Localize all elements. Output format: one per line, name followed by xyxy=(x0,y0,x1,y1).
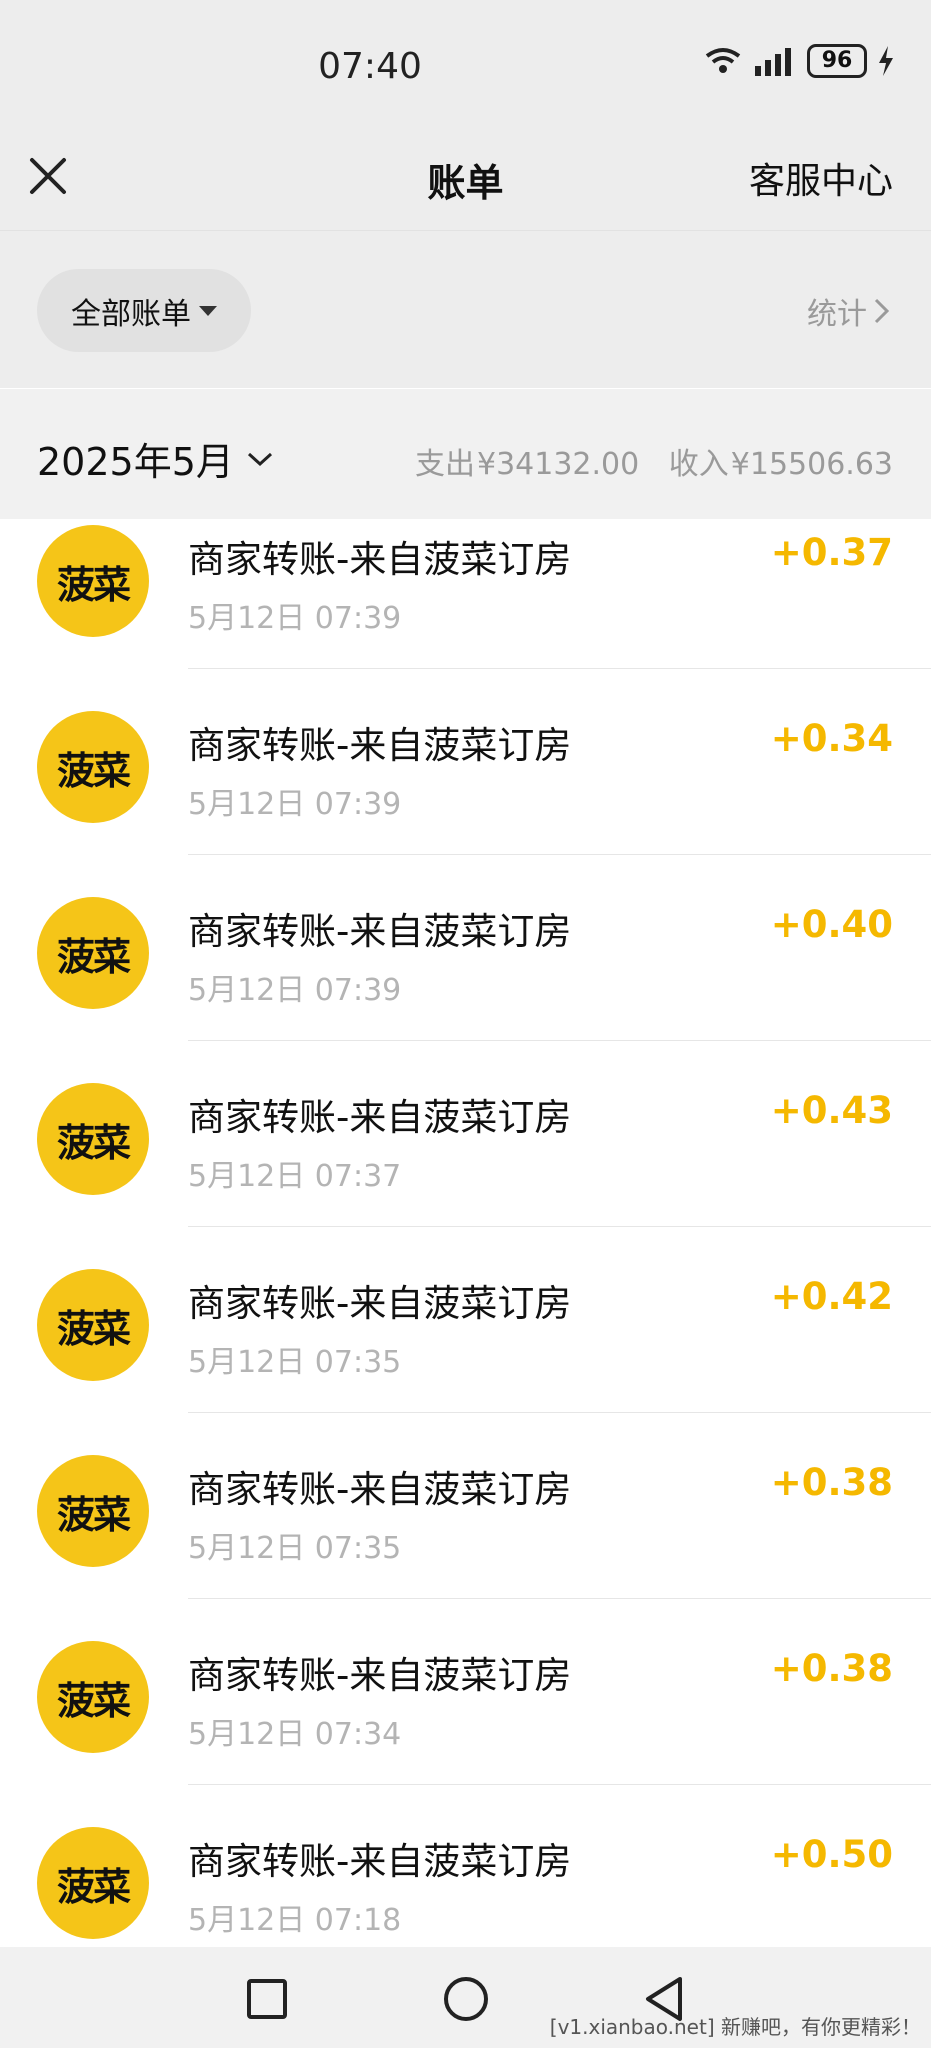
transaction-time: 5月12日 07:35 xyxy=(188,1345,402,1380)
transaction-time: 5月12日 07:39 xyxy=(188,601,402,636)
month-selector[interactable]: 2025年5月 xyxy=(37,431,274,486)
bill-filter-label: 全部账单 xyxy=(71,296,191,332)
square-nav-icon[interactable] xyxy=(243,1975,291,2023)
merchant-avatar: 菠菜 xyxy=(37,897,149,1009)
merchant-avatar: 菠菜 xyxy=(37,1083,149,1195)
transaction-time: 5月12日 07:34 xyxy=(188,1717,402,1752)
chevron-down-icon xyxy=(247,452,272,466)
merchant-avatar: 菠菜 xyxy=(37,711,149,823)
merchant-avatar: 菠菜 xyxy=(37,1827,149,1939)
transaction-title: 商家转账-来自菠菜订房 xyxy=(188,1654,572,1697)
month-summary: 支出¥34132.00 收入¥15506.63 xyxy=(415,439,893,483)
transaction-amount: +0.37 xyxy=(770,531,893,574)
status-time: 07:40 xyxy=(318,46,422,87)
transaction-title: 商家转账-来自菠菜订房 xyxy=(188,1096,572,1139)
transaction-title: 商家转账-来自菠菜订房 xyxy=(188,1282,572,1325)
transaction-title: 商家转账-来自菠菜订房 xyxy=(188,910,572,953)
merchant-avatar: 菠菜 xyxy=(37,525,149,637)
expense-value: ¥34132.00 xyxy=(476,447,640,482)
expense-label: 支出 xyxy=(414,447,475,482)
transaction-row[interactable]: 菠菜 商家转账-来自菠菜订房 5月12日 07:39 +0.37 xyxy=(0,519,931,669)
transaction-amount: +0.42 xyxy=(770,1275,893,1318)
bill-filter-dropdown[interactable]: 全部账单 xyxy=(37,269,251,352)
transaction-list[interactable]: 菠菜 商家转账-来自菠菜订房 5月12日 07:39 +0.37 菠菜 商家转账-来自菠菜… xyxy=(0,519,931,1947)
system-icons: 96 xyxy=(703,44,895,78)
transaction-title: 商家转账-来自菠菜订房 xyxy=(188,1840,572,1883)
transaction-title: 商家转账-来自菠菜订房 xyxy=(188,1468,572,1511)
transaction-row[interactable]: 菠菜 商家转账-来自菠菜订房 5月12日 07:35 +0.42 xyxy=(0,1227,931,1413)
nav-bar: 账单 客服中心 xyxy=(0,120,931,231)
transaction-amount: +0.38 xyxy=(770,1647,893,1690)
income-value: ¥15506.63 xyxy=(730,447,893,482)
merchant-avatar: 菠菜 xyxy=(37,1455,149,1567)
system-nav-bar: [v1.xianbao.net] 新赚吧，有你更精彩！ xyxy=(0,1947,931,2048)
statistics-link[interactable]: 统计 xyxy=(807,289,891,333)
status-bar: 07:40 96 xyxy=(0,0,931,120)
statistics-label: 统计 xyxy=(807,297,867,332)
customer-service-link[interactable]: 客服中心 xyxy=(749,152,893,204)
transaction-list-inner: 菠菜 商家转账-来自菠菜订房 5月12日 07:39 +0.37 菠菜 商家转账-来自菠菜… xyxy=(0,519,931,1947)
transaction-amount: +0.34 xyxy=(770,717,893,760)
merchant-avatar: 菠菜 xyxy=(37,1269,149,1381)
transaction-row[interactable]: 菠菜 商家转账-来自菠菜订房 5月12日 07:39 +0.34 xyxy=(0,669,931,855)
transaction-time: 5月12日 07:39 xyxy=(188,787,402,822)
signal-icon xyxy=(755,48,791,76)
merchant-avatar: 菠菜 xyxy=(37,1641,149,1753)
circle-nav-icon[interactable] xyxy=(442,1975,490,2023)
watermark: [v1.xianbao.net] 新赚吧，有你更精彩！ xyxy=(549,2015,921,2039)
wifi-icon xyxy=(705,48,741,73)
transaction-time: 5月12日 07:37 xyxy=(188,1159,402,1194)
transaction-time: 5月12日 07:18 xyxy=(188,1903,402,1938)
transaction-row[interactable]: 菠菜 商家转账-来自菠菜订房 5月12日 07:39 +0.40 xyxy=(0,855,931,1041)
transaction-time: 5月12日 07:35 xyxy=(188,1531,402,1566)
caret-down-icon xyxy=(199,305,217,316)
transaction-amount: +0.50 xyxy=(770,1833,893,1876)
transaction-amount: +0.40 xyxy=(770,903,893,946)
charging-icon xyxy=(879,46,893,76)
transaction-title: 商家转账-来自菠菜订房 xyxy=(188,724,572,767)
transaction-amount: +0.38 xyxy=(770,1461,893,1504)
filter-bar: 全部账单 统计 xyxy=(0,231,931,388)
transaction-row[interactable]: 菠菜 商家转账-来自菠菜订房 5月12日 07:34 +0.38 xyxy=(0,1599,931,1785)
month-header: 2025年5月 支出¥34132.00 收入¥15506.63 xyxy=(0,389,931,519)
battery-icon: 96 xyxy=(807,44,867,78)
transaction-time: 5月12日 07:39 xyxy=(188,973,402,1008)
income-label: 收入 xyxy=(668,447,729,482)
chevron-right-icon xyxy=(874,298,890,324)
transaction-amount: +0.43 xyxy=(770,1089,893,1132)
transaction-row[interactable]: 菠菜 商家转账-来自菠菜订房 5月12日 07:35 +0.38 xyxy=(0,1413,931,1599)
month-label: 2025年5月 xyxy=(37,440,234,484)
transaction-row[interactable]: 菠菜 商家转账-来自菠菜订房 5月12日 07:37 +0.43 xyxy=(0,1041,931,1227)
transaction-row[interactable]: 菠菜 商家转账-来自菠菜订房 5月12日 07:18 +0.50 xyxy=(0,1785,931,1947)
transaction-title: 商家转账-来自菠菜订房 xyxy=(188,538,572,581)
